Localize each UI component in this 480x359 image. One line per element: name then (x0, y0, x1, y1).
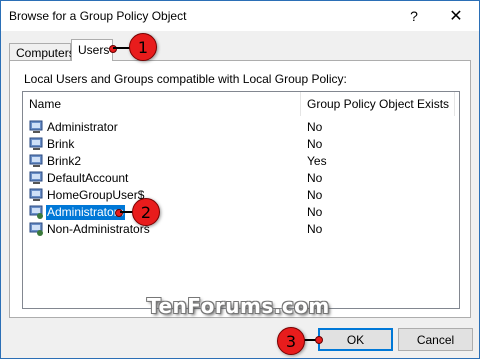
list-item[interactable]: Brink No (23, 136, 459, 153)
group-icon (29, 222, 43, 236)
list-item-name: HomeGroupUser$ (47, 188, 145, 202)
callout-pointer (315, 336, 323, 344)
list-item-name: Brink2 (47, 154, 82, 168)
list-item-exists: No (307, 171, 323, 185)
tab-users[interactable]: Users (71, 39, 113, 61)
close-button[interactable]: ✕ (433, 1, 479, 31)
list-item[interactable]: HomeGroupUser$ No (23, 187, 459, 204)
users-groups-list[interactable]: Name Group Policy Object Exists Administ… (22, 91, 460, 309)
user-icon (29, 137, 43, 150)
title-bar[interactable]: Browse for a Group Policy Object ? ✕ (1, 1, 479, 31)
list-item-exists: Yes (307, 154, 327, 168)
list-item-exists: No (307, 205, 323, 219)
callout-badge: 2 (132, 198, 160, 226)
list-item-exists: No (307, 137, 323, 151)
list-item-exists: No (307, 188, 323, 202)
column-header-gpo-exists[interactable]: Group Policy Object Exists (301, 92, 455, 116)
user-icon (29, 188, 43, 201)
list-item[interactable]: DefaultAccount No (23, 170, 459, 187)
group-icon (29, 205, 43, 219)
list-item-name: Administrator (47, 120, 118, 134)
dialog-window: Browse for a Group Policy Object ? ✕ Com… (0, 0, 480, 359)
user-icon (29, 171, 43, 184)
watermark: TenForums.com (147, 294, 330, 318)
list-item-name: DefaultAccount (47, 171, 129, 185)
list-item-name: Administrators (46, 205, 125, 220)
tab-computers[interactable]: Computers (9, 43, 75, 60)
users-tab-panel: Local Users and Groups compatible with L… (9, 60, 471, 318)
list-item-exists: No (307, 222, 323, 236)
user-icon (29, 120, 43, 133)
cancel-button[interactable]: Cancel (398, 328, 473, 351)
column-header-name[interactable]: Name (23, 92, 301, 116)
list-item[interactable]: Non-Administrators No (23, 221, 459, 238)
list-item-exists: No (307, 120, 323, 134)
user-icon (29, 154, 43, 167)
help-button[interactable]: ? (397, 1, 431, 31)
list-item-name: Brink (47, 137, 75, 151)
list-item-selected[interactable]: Administrators No (23, 204, 459, 221)
ok-button[interactable]: OK (318, 328, 393, 351)
callout-badge: 3 (277, 327, 305, 355)
panel-description: Local Users and Groups compatible with L… (24, 72, 347, 86)
list-item-name: Non-Administrators (47, 222, 150, 236)
list-item[interactable]: Administrator No (23, 119, 459, 136)
callout-badge: 1 (129, 33, 157, 61)
list-item[interactable]: Brink2 Yes (23, 153, 459, 170)
window-title: Browse for a Group Policy Object (9, 9, 187, 23)
